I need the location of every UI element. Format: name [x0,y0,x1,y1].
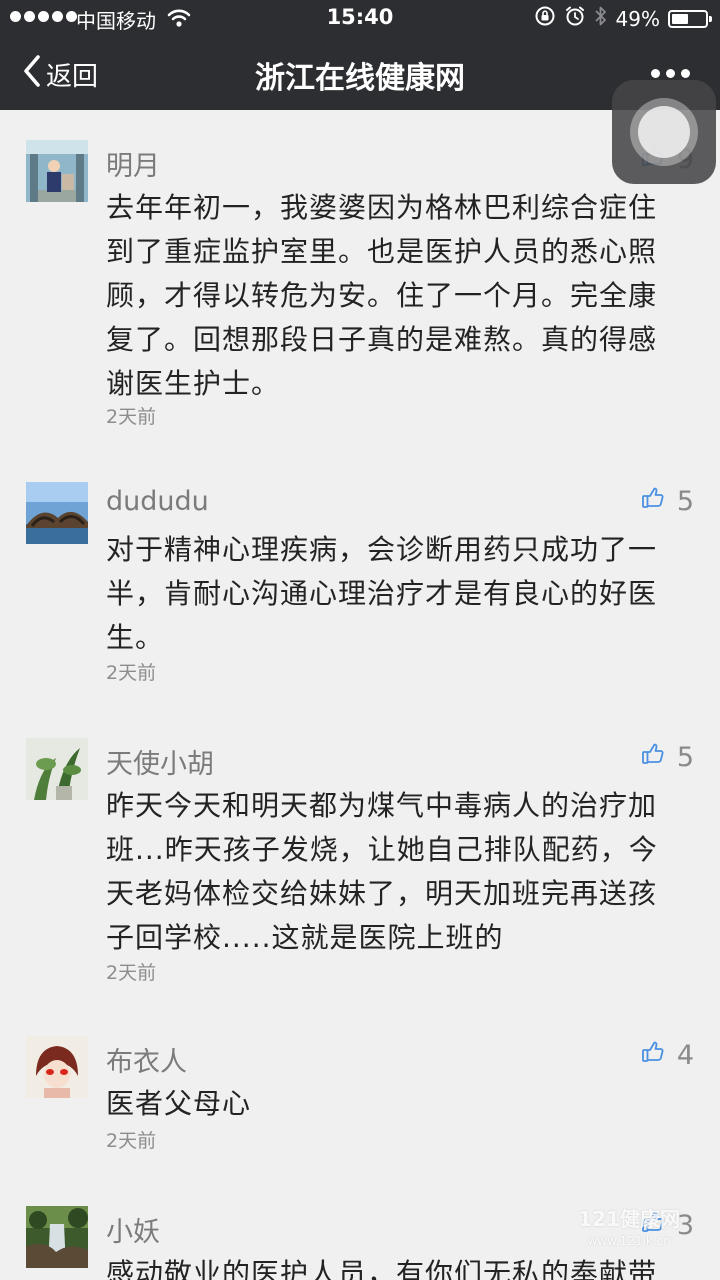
like-count: 4 [676,1040,694,1071]
battery-percent: 49% [615,6,660,31]
comment-time: 2天前 [106,1130,157,1152]
assistive-touch-button[interactable] [612,80,716,184]
orientation-lock-icon [534,5,556,32]
bluetooth-icon [594,5,608,32]
status-right-group: 49% [534,5,712,32]
like-count: 5 [676,742,694,773]
comment-text: 感动敬业的医护人员，有你们无私的奉献带 [106,1257,658,1280]
comment-text: 去年年初一，我婆婆因为格林巴利综合症住到了重症监护室里。也是医护人员的悉心照顾，… [106,191,658,400]
thumbs-up-icon [641,1040,665,1071]
like-button[interactable]: 5 [641,486,694,517]
top-bar: 中国移动 15:40 49% 返回 浙江在线健康网 [0,0,720,110]
avatar[interactable] [26,1206,88,1268]
comment-username[interactable]: 天使小胡 [106,742,214,781]
comment-time: 2天前 [106,662,157,684]
thumbs-up-icon [641,486,665,517]
like-count: 5 [676,486,694,517]
alarm-icon [564,5,586,32]
like-button[interactable]: 5 [641,742,694,773]
comment-text: 对于精神心理疾病，会诊断用药只成功了一半，肯耐心沟通心理治疗才是有良心的好医生。 [106,533,658,654]
avatar[interactable] [26,482,88,544]
like-button[interactable]: 4 [641,1040,694,1071]
comment-text: 医者父母心 [106,1087,252,1120]
comment-username[interactable]: 布衣人 [106,1040,187,1079]
status-bar: 中国移动 15:40 49% [0,0,720,36]
battery-icon [668,9,712,28]
screen: 中国移动 15:40 49% 返回 浙江在线健康网 明月 去年年初一，我婆婆因为… [0,0,720,1280]
more-dots-icon[interactable] [651,69,690,78]
page-title: 浙江在线健康网 [255,61,465,96]
thumbs-up-icon [641,742,665,773]
comment-username[interactable]: 明月 [106,144,160,183]
comment-text: 昨天今天和明天都为煤气中毒病人的治疗加班...昨天孩子发烧，让她自己排队配药，今… [106,789,658,954]
watermark-logo: 121健康网 www.121jk.cn [578,1208,680,1252]
avatar[interactable] [26,140,88,202]
avatar[interactable] [26,1036,88,1098]
comment-username[interactable]: 小妖 [106,1210,160,1249]
watermark-text: 121健康网 [578,1207,680,1231]
avatar[interactable] [26,738,88,800]
battery-fill [672,13,688,24]
watermark-url: www.121jk.cn [587,1234,671,1248]
comment-time: 2天前 [106,406,157,428]
comment-username[interactable]: dududu [106,486,209,517]
comment-time: 2天前 [106,962,157,984]
